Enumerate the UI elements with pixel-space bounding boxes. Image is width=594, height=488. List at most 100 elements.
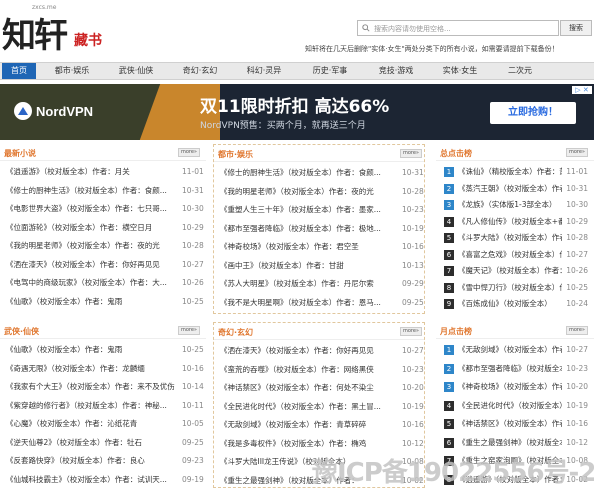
- book-link[interactable]: 《都市至强者降临》（校对版全本）作者：极地...: [220, 221, 392, 237]
- book-link[interactable]: 《神奇校场》（校对版全本）作者：君空圣: [220, 239, 392, 255]
- book-link[interactable]: 《反套路快穿》（校对版全本）作者：良心: [6, 453, 176, 469]
- logo-seal: 藏书: [74, 33, 102, 49]
- rank-item[interactable]: 4 《全民进化时代》（校对版全本）: [444, 398, 562, 414]
- book-meta: （校对版全本）作者：食颜...: [73, 185, 167, 195]
- nav-item-qihuan[interactable]: 奇幻·玄幻: [176, 63, 224, 79]
- book-link[interactable]: 《重塑人生三十年》（校对版全本）作者：墨家...: [220, 202, 392, 218]
- book-link[interactable]: 《心魔》（校对版全本）作者：沁纸花青: [6, 416, 176, 432]
- book-link[interactable]: 《电影世界大盗》（校对版全本）作者：七只哥...: [6, 201, 176, 217]
- rank-item[interactable]: 5 《斗罗大陆》（校对版全本）作者：: [444, 230, 562, 246]
- rank-item[interactable]: 1 《诛仙》（精校版全本）作者：萧鼎: [444, 164, 562, 180]
- book-link[interactable]: 《苏人大明星》（校对版全本）作者：丹尼尔索: [220, 276, 392, 292]
- book-link[interactable]: 《仙歌》（校对版全本）作者：鬼雨: [6, 294, 176, 310]
- rank-item[interactable]: 1 《无敌剑域》（校对版全本）作者：: [444, 342, 562, 358]
- book-meta: （校对版全本）作者：来不及优伤: [66, 382, 175, 391]
- book-meta: （校对版全本）作者：墨家...: [287, 205, 381, 214]
- rank-item[interactable]: 4 《凡人修仙传》（校对版全本+番外）: [444, 214, 562, 230]
- book-link[interactable]: 《电驾中的商级玩家》（校对版全本）作者：大...: [6, 275, 176, 291]
- nav-item-dushi[interactable]: 都市·娱乐: [48, 63, 96, 79]
- book-link[interactable]: 《我的明星老师》（校对版全本）作者：夜的光: [220, 184, 392, 200]
- book-meta: （校对版全本）作者：夜的光: [280, 186, 374, 196]
- row-date: 10-27: [402, 346, 424, 355]
- rank-item[interactable]: 3 《龙族》（实体版1-3部全本）: [444, 197, 562, 213]
- more-link[interactable]: more»: [178, 326, 200, 335]
- book-link[interactable]: 《神话禁区》（校对版全本）作者：何处不染尘: [220, 380, 392, 396]
- row-date: 10-12: [402, 438, 424, 448]
- book-link[interactable]: 《仙城科技霸主》（校对版全本）作者：试训天...: [6, 472, 176, 488]
- rank-number: 8: [444, 282, 454, 293]
- book-link[interactable]: 《无敌剑域》（校对版全本）作者：青草碎碎: [220, 417, 392, 433]
- book-link[interactable]: 《画中王》（校对版全本）作者：甘甜: [220, 258, 392, 274]
- rank-item[interactable]: 2 《都市至强者降临》（校对版全本）: [444, 361, 562, 377]
- row-date: 10-30: [566, 200, 588, 209]
- book-link[interactable]: 《逆天仙尊2》（校对版全本）作者：牡石: [6, 435, 176, 451]
- site-logo[interactable]: zxcs.me 知轩 藏书: [2, 4, 117, 56]
- rank-item[interactable]: 9 《百炼成仙》（校对版全本）: [444, 296, 562, 312]
- book-link[interactable]: 《逍遥游》（校对版全本）作者：月关: [6, 164, 176, 180]
- more-link[interactable]: more»: [400, 327, 422, 336]
- ad-buy-button[interactable]: 立即抢购！: [490, 102, 576, 124]
- row-date: 10-19: [402, 401, 424, 411]
- nav-item-wuxia[interactable]: 武侠·仙侠: [112, 63, 160, 79]
- row-date: 10-11: [182, 400, 204, 410]
- book-meta: （校对版全本）作者：夜的光: [66, 241, 160, 250]
- nav-item-jingji[interactable]: 竞技·游戏: [372, 63, 420, 79]
- ad-headline: 双11限时折扣 高达66%: [200, 97, 390, 117]
- ad-close-icon[interactable]: ▷ ✕: [572, 86, 592, 94]
- book-title: 《洒在漆天》: [220, 346, 265, 355]
- panel-title: 月点击榜: [440, 327, 472, 336]
- book-link[interactable]: 《洒在漆天》（校对版全本）作者：你好再见见: [220, 343, 392, 359]
- divider: [0, 160, 206, 161]
- book-meta: （校对版全本）作者：你好再见见: [265, 346, 374, 355]
- ad-banner[interactable]: NordVPN 双11限时折扣 高达66% NordVPN预售：买两个月，就再送…: [0, 84, 594, 140]
- book-meta: （校对版全本）作者：网络黑侠: [272, 364, 374, 374]
- rank-item[interactable]: 5 《神话禁区》（校对版全本）作者：: [444, 416, 562, 432]
- book-link[interactable]: 《仙歌》（校对版全本）作者：鬼雨: [6, 342, 176, 358]
- panel-title: 都市·娱乐: [218, 150, 254, 159]
- row-date: 09-19: [182, 474, 204, 484]
- nav-item-shiti[interactable]: 实体·女生: [436, 63, 484, 79]
- search-input[interactable]: 搜索内容请勿使用空格...: [357, 20, 559, 36]
- book-link[interactable]: 《修士的厨神生活》（校对版全本）作者：食颜...: [6, 183, 176, 199]
- rank-item[interactable]: 3 《神奇校场》（校对版全本）作者：: [444, 379, 562, 395]
- rank-item[interactable]: 8 《雪中悍刀行》（校对版全本）作者：: [444, 280, 562, 296]
- nav-item-kehuan[interactable]: 科幻·灵异: [240, 63, 288, 79]
- nav-item-lishi[interactable]: 历史·军事: [306, 63, 354, 79]
- row-date: 10-12: [566, 437, 588, 447]
- book-link[interactable]: 《奇遇无限》（校对版全本）作者：龙麟缅: [6, 361, 176, 377]
- book-link[interactable]: 《洒在漆天》（校对版全本）作者：你好再见见: [6, 257, 176, 273]
- rank-item[interactable]: 2 《蒸汽王朝》（校对版全本）作者：: [444, 181, 562, 197]
- rank-title: 《雪中悍刀行》（校对版全本）作者：: [458, 282, 562, 292]
- divider: [214, 161, 424, 162]
- search-button[interactable]: 搜索: [560, 20, 592, 36]
- book-meta: （校对版全本）作者：神秘...: [73, 400, 167, 410]
- book-link[interactable]: 《全民进化时代》（校对版全本）作者：黑土冒...: [220, 399, 392, 415]
- more-link[interactable]: more»: [566, 148, 588, 157]
- more-link[interactable]: more»: [400, 149, 422, 158]
- book-link[interactable]: 《我是多毒权件》（校对版全本）作者：椭鸡: [220, 436, 392, 452]
- book-link[interactable]: 《修士的厨神生活》（校对版全本）作者：食颜...: [220, 165, 392, 181]
- rank-number: 3: [444, 382, 454, 392]
- book-title: 《电驾中的商级玩家》: [6, 278, 81, 287]
- book-title: 《神话禁区》: [220, 383, 265, 392]
- more-link[interactable]: more»: [178, 148, 200, 157]
- rank-item[interactable]: 6 《喜富之危戏》（校对版全本）作者：: [444, 247, 562, 263]
- book-link[interactable]: 《位面游轮》（校对版全本）作者：横空日月: [6, 220, 176, 236]
- rank-item[interactable]: 6 《重生之最强剑神》（校对版全本）: [444, 435, 562, 451]
- rank-item[interactable]: 7 《魔天记》（校对版全本）作者：忘: [444, 263, 562, 279]
- row-date: 10-31: [402, 168, 424, 177]
- book-title: 《仙城科技霸主》: [6, 474, 66, 484]
- rank-number: 2: [444, 363, 454, 374]
- nav-item-erciyuan[interactable]: 二次元: [500, 63, 540, 79]
- more-link[interactable]: more»: [566, 326, 588, 335]
- book-meta: （校对版全本）作者：沁纸花青: [36, 419, 138, 428]
- book-link[interactable]: 《我不是大明星啊》（校对版全本）作者：恩马...: [220, 295, 392, 311]
- book-link[interactable]: 《蛮荒的吞噬》（校对版全本）作者：网络黑侠: [220, 362, 392, 378]
- book-title: 《我家有个大王》: [6, 382, 66, 391]
- nav-item-home[interactable]: 首页: [2, 63, 36, 79]
- divider: [0, 338, 206, 339]
- book-link[interactable]: 《我家有个大王》（校对版全本）作者：来不及优伤: [6, 379, 176, 395]
- book-link[interactable]: 《紫穿越的修行者》（校对版全本）作者：神秘...: [6, 398, 176, 414]
- book-title: 《我不是大明星啊》: [220, 297, 288, 307]
- book-link[interactable]: 《我的明星老师》（校对版全本）作者：夜的光: [6, 238, 176, 254]
